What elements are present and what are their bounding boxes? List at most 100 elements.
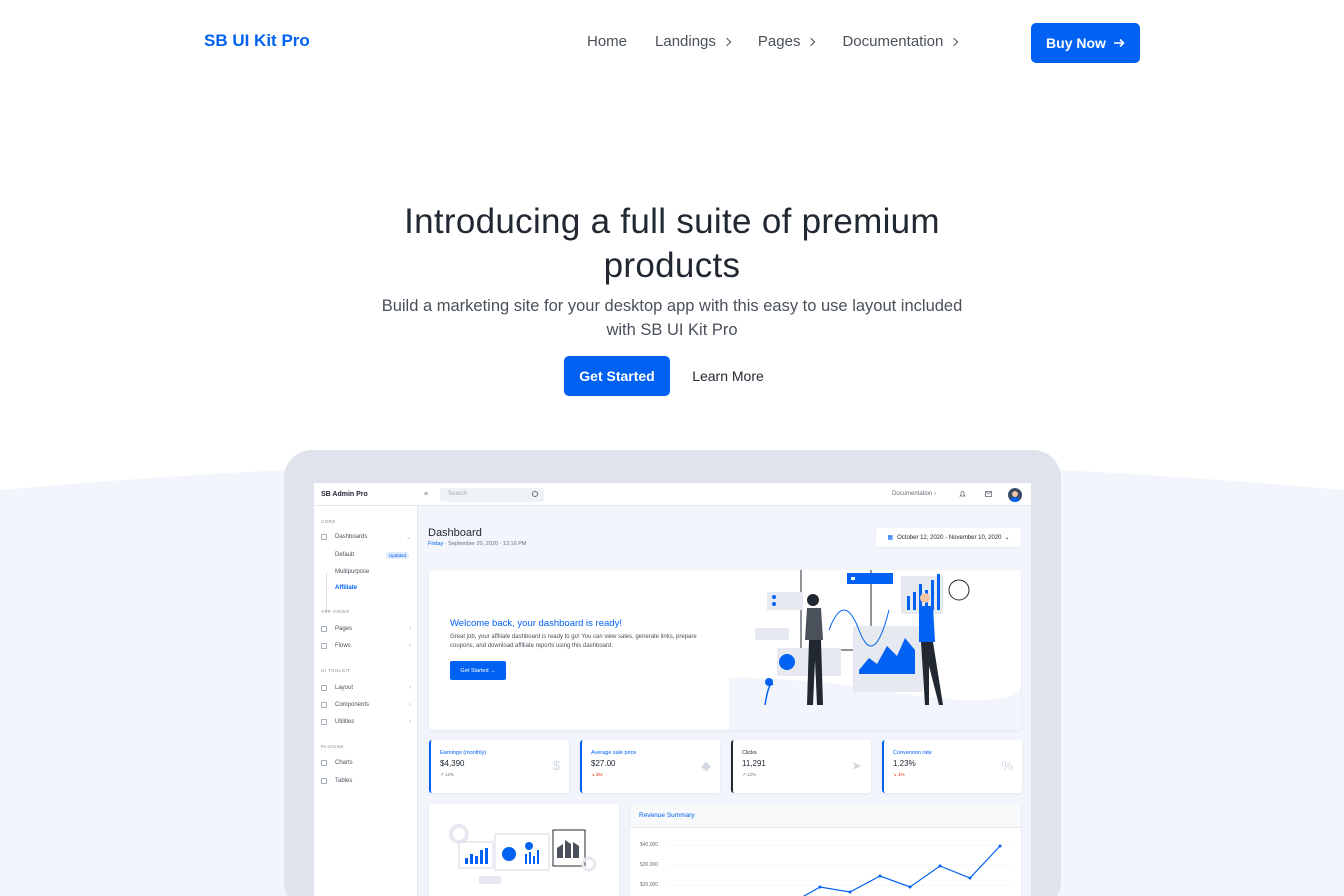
sidenav-item-flows: Flows › — [321, 643, 413, 649]
welcome-card: Welcome back, your dashboard is ready! G… — [429, 570, 1021, 730]
trend-up-icon: ↗ — [440, 772, 444, 777]
search-placeholder: Search — [448, 491, 468, 497]
sidenav-heading-core: CORE — [321, 519, 336, 524]
date-range-label: October 12, 2020 - November 10, 2020 — [897, 534, 1002, 541]
chevron-right-icon: › — [409, 719, 411, 725]
date-range-picker: ▦ October 12, 2020 - November 10, 2020 ⌄ — [876, 528, 1021, 547]
doc-link-label: Documentation — [892, 491, 933, 497]
sidenav-item-label: Layout — [335, 685, 354, 691]
stat-card-conversion: Conversion rate 1.23% ↘ 1% % — [882, 740, 1022, 793]
stat-trend-value: 1% — [898, 772, 905, 777]
stat-trend: ↗ 12% — [742, 772, 756, 778]
tool-icon — [321, 719, 327, 725]
arrow-right-icon — [1113, 35, 1125, 51]
repeat-icon — [321, 643, 327, 649]
hero-title: Introducing a full suite of premium prod… — [404, 202, 940, 285]
sidenav-item-tables: Tables — [321, 778, 413, 784]
nav-link-label: Home — [587, 33, 628, 50]
sidenav-heading-plugins: PLUGINS — [321, 744, 344, 749]
sidenav-sub-affiliate: Affiliate — [335, 585, 358, 591]
sidenav-sub-multipurpose: Multipurpose — [335, 569, 370, 575]
sidenav-item-label: Tables — [335, 778, 353, 784]
filter-icon — [321, 778, 327, 784]
trend-down-icon: ↘ — [591, 772, 595, 777]
get-started-button[interactable]: Get Started — [564, 356, 670, 396]
stat-trend-value: 12% — [445, 772, 455, 777]
percent-icon: % — [1001, 758, 1013, 773]
preview-page-date: Friday · September 20, 2020 · 12:16 PM — [428, 541, 526, 547]
activity-icon — [321, 534, 327, 540]
revenue-line-chart — [668, 844, 1010, 896]
sidenav-item-label: Pages — [335, 626, 353, 632]
stat-trend-value: 12% — [747, 772, 757, 777]
nav-link-label: Landings — [655, 33, 716, 50]
stat-trend-value: 3% — [596, 772, 603, 777]
calendar-icon: ▦ — [887, 535, 894, 541]
sidenav-item-label: Utilities — [335, 719, 355, 725]
welcome-get-started-button: Get Started → — [450, 661, 506, 680]
stat-label: Conversion rate — [893, 750, 932, 756]
sidenav-item-dashboards: Dashboards ⌄ — [321, 534, 413, 541]
preview-sidenav: CORE Dashboards ⌄ Default Updated Multipu… — [314, 506, 418, 896]
buy-now-button[interactable]: Buy Now — [1031, 23, 1140, 63]
bell-icon — [959, 491, 966, 497]
stat-card-earnings: Earnings (monthly) $4,390 ↗ 12% $ — [429, 740, 569, 793]
stat-label: Earnings (monthly) — [440, 750, 487, 756]
nav-link-home[interactable]: Home — [587, 33, 627, 50]
chevron-down-icon: ⌄ — [1004, 535, 1010, 541]
reports-illustration — [449, 824, 597, 884]
page-date: · September 20, 2020 · 12:16 PM — [443, 541, 527, 547]
chevron-right-icon: › — [409, 702, 411, 708]
preview-page-title: Dashboard — [428, 527, 482, 539]
stat-trend: ↗ 12% — [440, 772, 454, 778]
preview-topbar: SB Admin Pro ≡ Search Documentation › — [314, 483, 1031, 506]
brand-logo[interactable]: SB UI Kit Pro — [204, 31, 310, 51]
stat-trend: ↘ 3% — [591, 772, 603, 778]
stat-value: 1.23% — [893, 759, 916, 768]
sidenav-item-label: Dashboards — [335, 534, 368, 540]
chevron-right-icon: › — [409, 685, 411, 691]
package-icon — [321, 702, 327, 708]
learn-more-button[interactable]: Learn More — [680, 356, 776, 396]
chevron-right-icon — [807, 37, 816, 46]
nav-link-label: Pages — [757, 33, 801, 50]
stat-value: $4,390 — [440, 759, 465, 768]
sidenav-item-label: Flows — [335, 643, 351, 649]
dollar-sign-icon: $ — [552, 758, 560, 773]
sidenav-heading-app-views: APP VIEWS — [321, 609, 350, 614]
search-icon — [532, 491, 538, 497]
bar-chart-icon — [321, 760, 327, 766]
stat-card-average-sale: Average sale price $27.00 ↘ 3% ◆ — [580, 740, 720, 793]
trend-down-icon: ↘ — [893, 772, 897, 777]
chevron-down-icon: ⌄ — [405, 534, 411, 541]
sidenav-item-pages: Pages › — [321, 626, 413, 632]
sidenav-nest-line — [326, 573, 327, 613]
stat-label: Average sale price — [591, 750, 637, 756]
sidenav-item-label: Charts — [335, 760, 353, 766]
welcome-text: Great job, your affiliate dashboard is r… — [450, 634, 697, 649]
preview-search-input: Search — [440, 488, 544, 502]
sidenav-heading-ui-toolkit: UI TOOLKIT — [321, 668, 351, 673]
dashboard-illustration — [729, 570, 1021, 730]
mail-icon — [985, 491, 992, 497]
layout-icon — [321, 685, 327, 691]
stat-value: $27.00 — [591, 759, 616, 768]
stat-label: Clicks — [742, 750, 757, 756]
user-avatar — [1008, 488, 1022, 502]
sidenav-item-layout: Layout › — [321, 685, 413, 691]
page-day: Friday — [428, 541, 444, 547]
stat-trend: ↘ 1% — [893, 772, 905, 778]
menu-icon: ≡ — [424, 491, 429, 498]
sidenav-item-utilities: Utilities › — [321, 719, 413, 725]
nav-link-documentation[interactable]: Documentation — [842, 33, 959, 50]
dashboard-preview: SB Admin Pro ≡ Search Documentation › CO… — [314, 483, 1031, 896]
revenue-summary-card: Revenue Summary $40,000 $30,000 $20,000 — [630, 804, 1021, 896]
nav-link-landings[interactable]: Landings — [655, 33, 732, 50]
top-navbar: SB UI Kit Pro Home Landings Pages Docume… — [0, 0, 1344, 84]
nav-link-pages[interactable]: Pages — [757, 33, 816, 50]
mouse-pointer-icon: ➤ — [851, 758, 862, 773]
hero-subtitle: Build a marketing site for your desktop … — [381, 297, 963, 339]
nav-links: Home Landings Pages Documentation — [587, 33, 959, 50]
reports-illustration-card — [429, 804, 619, 896]
chevron-right-icon: › — [409, 626, 411, 632]
